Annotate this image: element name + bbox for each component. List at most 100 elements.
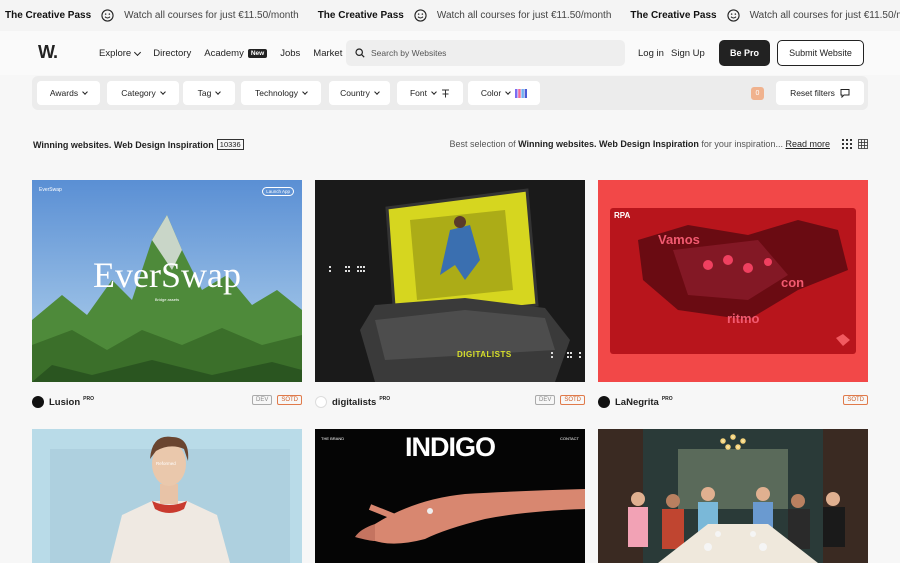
nav-market[interactable]: Market: [313, 48, 342, 59]
nav-academy-label: Academy: [204, 48, 244, 59]
site-thumbnail[interactable]: RPA Vamos con ritmo: [598, 180, 868, 382]
filter-label: Technology: [254, 88, 298, 98]
site-card[interactable]: Reformed: [32, 429, 302, 563]
pro-badge: PRO: [661, 396, 673, 402]
smiley-icon: [726, 9, 740, 22]
filter-label: Country: [340, 88, 370, 98]
marquee-title: The Creative Pass: [5, 10, 92, 21]
dev-tag: DEV: [534, 395, 556, 405]
marquee-item: The Creative Pass Watch all courses for …: [313, 9, 626, 22]
desc-prefix: Best selection of: [449, 139, 516, 149]
marquee-text: Watch all courses for just €11.50/month: [436, 10, 612, 21]
filter-tag[interactable]: Tag: [183, 81, 235, 105]
site-thumbnail[interactable]: THE BRAND CONTACT INDIGO: [315, 429, 585, 563]
filter-color[interactable]: Color: [468, 81, 540, 105]
search-bar[interactable]: [346, 40, 625, 66]
card-meta: Lusion PRO DEV SOTD: [32, 395, 302, 409]
lanegrita-thumbnail-image: [598, 180, 868, 382]
filter-category[interactable]: Category: [107, 81, 179, 105]
marquee-title: The Creative Pass: [630, 10, 717, 21]
search-icon: [355, 48, 365, 58]
avatar[interactable]: [598, 396, 610, 408]
site-count: 10336: [216, 139, 244, 150]
nav-academy[interactable]: Academy New: [204, 48, 268, 59]
smiley-icon: [414, 9, 427, 22]
nav-jobs[interactable]: Jobs: [280, 48, 300, 59]
author-name[interactable]: Lusion: [49, 397, 80, 408]
site-card[interactable]: [598, 429, 868, 563]
site-card[interactable]: DIGITALISTS digitalists PRO DEV SOTD: [315, 180, 585, 408]
filter-label: Tag: [197, 88, 212, 98]
grid-4-icon[interactable]: [858, 139, 868, 149]
main-nav: W. Explore Directory Academy New Jobs Mar…: [0, 31, 900, 75]
color-swatch-icon: [515, 88, 528, 98]
site-thumbnail[interactable]: Reformed: [32, 429, 302, 563]
smiley-icon: [101, 9, 114, 22]
chevron-down-icon: [159, 88, 166, 95]
site-card[interactable]: EverSwap Launch App EverSwap Bridge asse…: [32, 180, 302, 408]
site-card[interactable]: RPA Vamos con ritmo LaNegrita PRO SOTD: [598, 180, 868, 408]
site-thumbnail[interactable]: DIGITALISTS: [315, 180, 585, 382]
desc-suffix: for your inspiration...: [701, 139, 783, 149]
award-tags: DEV SOTD: [530, 395, 585, 405]
search-input[interactable]: [371, 48, 601, 58]
thumb-title: EverSwap: [93, 255, 241, 295]
read-more-link[interactable]: Read more: [785, 139, 830, 149]
thumb-word: Vamos: [658, 232, 700, 247]
submit-website-button[interactable]: Submit Website: [777, 40, 864, 66]
filter-awards[interactable]: Awards: [37, 81, 100, 105]
promo-marquee[interactable]: The Creative Pass Watch all courses for …: [0, 0, 900, 31]
dev-tag: DEV: [251, 395, 273, 405]
signup-link[interactable]: Sign Up: [671, 48, 705, 59]
site-logo[interactable]: W.: [38, 42, 58, 63]
chevron-down-icon: [134, 48, 142, 56]
marquee-item: The Creative Pass Watch all courses for …: [625, 9, 900, 22]
thumb-brand: EverSwap: [39, 187, 62, 193]
nav-links: Explore Directory Academy New Jobs Market: [99, 48, 355, 59]
thumb-brand: Reformed: [156, 461, 176, 466]
thumb-cta: Launch App: [262, 187, 294, 196]
portrait-thumbnail-image: [32, 429, 302, 563]
nav-directory[interactable]: Directory: [153, 48, 191, 59]
chevron-down-icon: [431, 88, 437, 95]
reset-filters-label: Reset filters: [790, 88, 835, 98]
reset-filters-button[interactable]: Reset filters: [776, 81, 864, 105]
be-pro-button[interactable]: Be Pro: [719, 40, 770, 66]
author-name[interactable]: digitalists: [332, 397, 376, 408]
digitalists-thumbnail-image: [315, 180, 585, 382]
site-card[interactable]: THE BRAND CONTACT INDIGO: [315, 429, 585, 563]
thumb-logo: RPA: [614, 211, 631, 220]
filter-country[interactable]: Country: [329, 81, 390, 105]
chevron-down-icon: [215, 88, 222, 95]
sotd-tag: SOTD: [277, 395, 302, 405]
site-thumbnail[interactable]: EverSwap Launch App EverSwap Bridge asse…: [32, 180, 302, 382]
filter-technology[interactable]: Technology: [241, 81, 321, 105]
author-name[interactable]: LaNegrita: [615, 397, 659, 408]
filter-label: Awards: [49, 88, 79, 98]
pro-badge: PRO: [379, 396, 391, 402]
thumb-word: con: [781, 275, 805, 290]
avatar[interactable]: [315, 396, 327, 408]
login-link[interactable]: Log in: [638, 48, 664, 59]
marquee-item: The Creative Pass Watch all courses for …: [0, 9, 313, 22]
chevron-down-icon: [505, 88, 511, 95]
award-tags: DEV SOTD: [247, 395, 302, 405]
filter-font[interactable]: Font: [397, 81, 463, 105]
marquee-text: Watch all courses for just €11.50/month: [124, 10, 299, 21]
site-thumbnail[interactable]: [598, 429, 868, 563]
section-title-text: Winning websites. Web Design Inspiration: [33, 139, 214, 150]
pro-badge: PRO: [83, 396, 94, 402]
chevron-down-icon: [82, 88, 88, 95]
desc-bold: Winning websites. Web Design Inspiration: [518, 139, 699, 149]
avatar[interactable]: [32, 396, 44, 408]
chevron-down-icon: [302, 88, 308, 95]
filter-label: Font: [409, 88, 427, 98]
sotd-tag: SOTD: [560, 395, 585, 405]
nav-explore[interactable]: Explore: [99, 48, 142, 59]
filter-bar: Awards Category Tag Technology Country F…: [32, 76, 868, 110]
chevron-down-icon: [374, 88, 380, 95]
thumb-word: ritmo: [727, 311, 760, 326]
font-icon: [442, 89, 449, 97]
sotd-tag: SOTD: [843, 395, 868, 405]
grid-3-icon[interactable]: [842, 139, 852, 149]
